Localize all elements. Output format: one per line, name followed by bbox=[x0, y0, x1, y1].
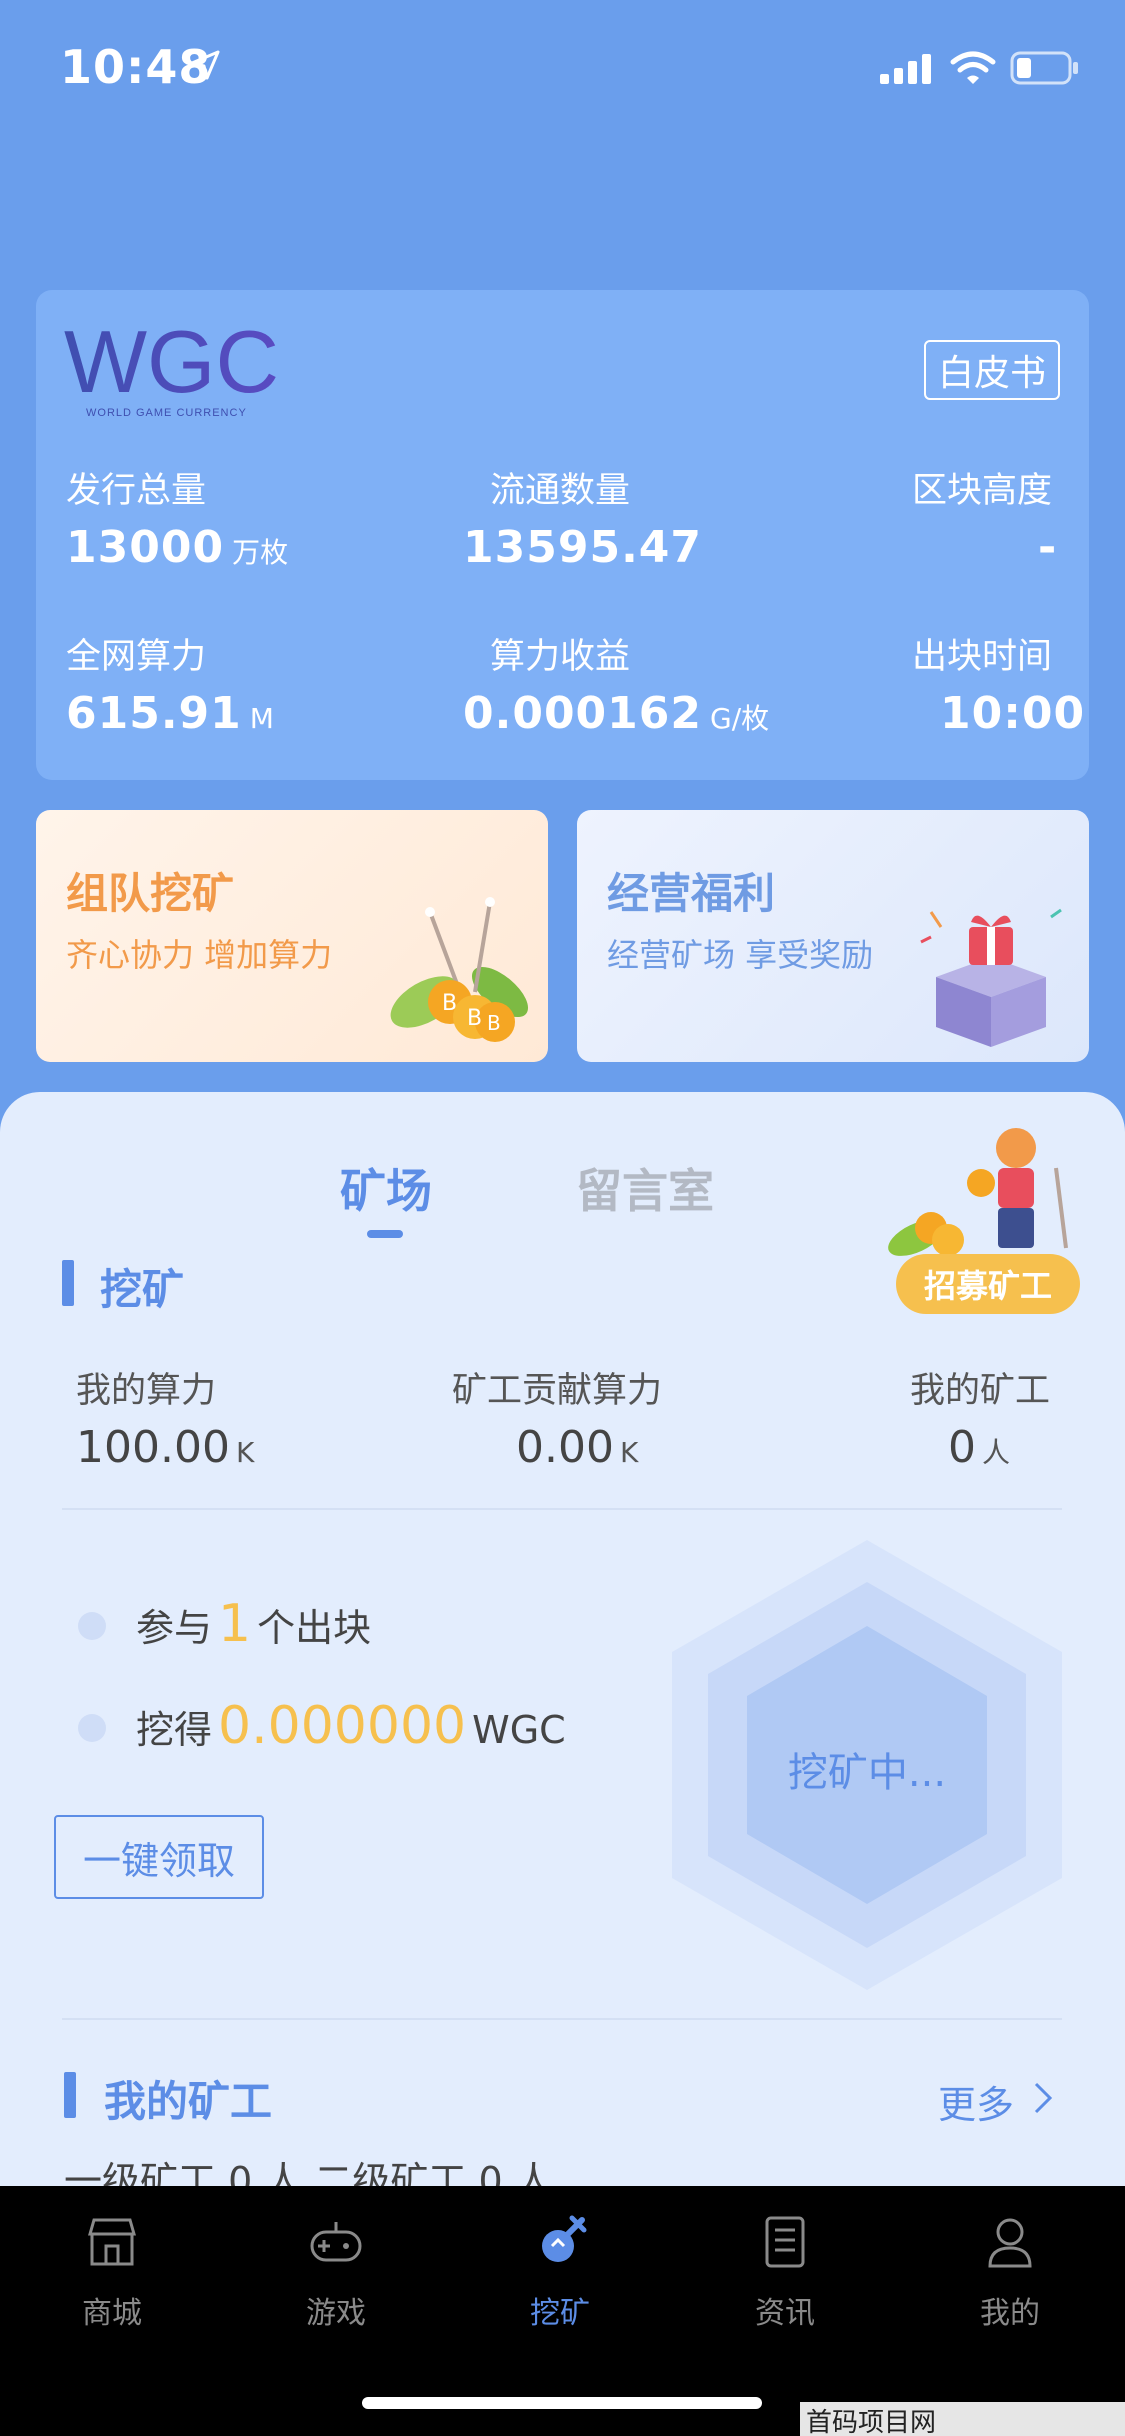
claim-all-button[interactable]: 一键领取 bbox=[54, 1815, 264, 1899]
svg-text:WORLD GAME CURRENCY: WORLD GAME CURRENCY bbox=[86, 407, 247, 419]
stat-network-hashrate: 615.91 M bbox=[66, 688, 274, 739]
business-welfare-card[interactable]: 经营福利 经营矿场 享受奖励 bbox=[577, 810, 1089, 1062]
mining-status-label: 挖矿中... bbox=[787, 1750, 947, 1796]
bullet-dot bbox=[78, 1612, 106, 1640]
svg-text:B: B bbox=[442, 991, 457, 1016]
team-mining-title: 组队挖矿 bbox=[66, 869, 235, 918]
stat-total-supply-label: 发行总量 bbox=[66, 471, 207, 511]
business-welfare-subtitle: 经营矿场 享受奖励 bbox=[607, 936, 874, 974]
stat-total-supply: 13000 万枚 bbox=[66, 522, 289, 573]
business-welfare-title: 经营福利 bbox=[607, 869, 776, 918]
my-hashrate-label: 我的算力 bbox=[76, 1371, 217, 1411]
mining-section-title: 挖矿 bbox=[100, 1265, 185, 1314]
section-marker bbox=[64, 2072, 76, 2118]
team-mining-subtitle: 齐心协力 增加算力 bbox=[66, 936, 333, 974]
recruit-miners-button[interactable]: 招募矿工 bbox=[896, 1254, 1080, 1314]
tab-indicator bbox=[367, 1230, 403, 1238]
svg-text:WGC: WGC bbox=[64, 320, 279, 411]
my-miners-section-title: 我的矿工 bbox=[104, 2077, 273, 2126]
status-bar: 10:48 bbox=[0, 0, 1125, 135]
my-miners-count: 0人 bbox=[948, 1422, 1011, 1473]
divider bbox=[62, 1508, 1062, 1510]
store-icon bbox=[88, 2218, 136, 2266]
stat-block-height: - bbox=[1038, 522, 1058, 573]
coins-icon: B B B bbox=[390, 897, 529, 1042]
stat-circulating-label: 流通数量 bbox=[490, 471, 631, 511]
stat-block-time: 10:00 bbox=[940, 688, 1086, 739]
whitepaper-button[interactable]: 白皮书 bbox=[924, 340, 1060, 400]
stat-block-height-label: 区块高度 bbox=[912, 471, 1053, 511]
location-arrow-icon bbox=[190, 50, 220, 80]
tab-message-room[interactable]: 留言室 bbox=[576, 1155, 714, 1221]
wifi-icon bbox=[950, 51, 996, 84]
home-indicator[interactable] bbox=[362, 2397, 762, 2409]
tabbar-item-store[interactable]: 商城 bbox=[32, 2210, 192, 2340]
profile-icon bbox=[988, 2218, 1032, 2268]
team-mining-card[interactable]: 组队挖矿 齐心协力 增加算力 B B B bbox=[36, 810, 548, 1062]
svg-text:B: B bbox=[487, 1011, 501, 1035]
chevron-right-icon[interactable] bbox=[1032, 2080, 1054, 2116]
my-hashrate: 100.00 K bbox=[76, 1422, 255, 1473]
battery-icon bbox=[1010, 51, 1078, 85]
tabbar-item-games[interactable]: 游戏 bbox=[256, 2210, 416, 2340]
svg-text:B: B bbox=[467, 1006, 482, 1031]
tabbar-item-mining[interactable]: 挖矿 bbox=[480, 2210, 640, 2340]
tabbar-item-profile[interactable]: 我的 bbox=[930, 2210, 1090, 2340]
stat-network-hashrate-label: 全网算力 bbox=[66, 637, 207, 677]
stat-hash-yield: 0.000162 G/枚 bbox=[463, 688, 770, 739]
bullet-dot bbox=[78, 1714, 106, 1742]
gamepad-icon bbox=[310, 2222, 362, 2262]
my-miners-label: 我的矿工 bbox=[910, 1371, 1051, 1411]
wgc-logo: WGC WORLD GAME CURRENCY bbox=[64, 312, 294, 420]
miner-contribution-label: 矿工贡献算力 bbox=[452, 1371, 663, 1411]
tab-mine-field[interactable]: 矿场 bbox=[340, 1155, 432, 1221]
tabbar-item-news[interactable]: 资讯 bbox=[705, 2210, 865, 2340]
amount-mined: 挖得 0.000000 WGC bbox=[136, 1696, 566, 1756]
gift-box-icon bbox=[920, 908, 1062, 1047]
section-marker bbox=[62, 1260, 74, 1306]
divider bbox=[62, 2018, 1062, 2020]
more-link[interactable]: 更多 bbox=[938, 2074, 1014, 2129]
stat-block-time-label: 出块时间 bbox=[912, 637, 1053, 677]
blocks-participated: 参与 1 个出块 bbox=[136, 1594, 372, 1654]
stat-circulating: 13595.47 bbox=[463, 522, 703, 573]
mining-icon bbox=[542, 2215, 587, 2262]
miner-contribution: 0.00 K bbox=[516, 1422, 639, 1473]
watermark: 首码项目网 www.E318.com bbox=[800, 2402, 1125, 2436]
news-icon bbox=[765, 2216, 805, 2268]
stat-hash-yield-label: 算力收益 bbox=[490, 637, 631, 677]
signal-icon bbox=[880, 54, 931, 84]
